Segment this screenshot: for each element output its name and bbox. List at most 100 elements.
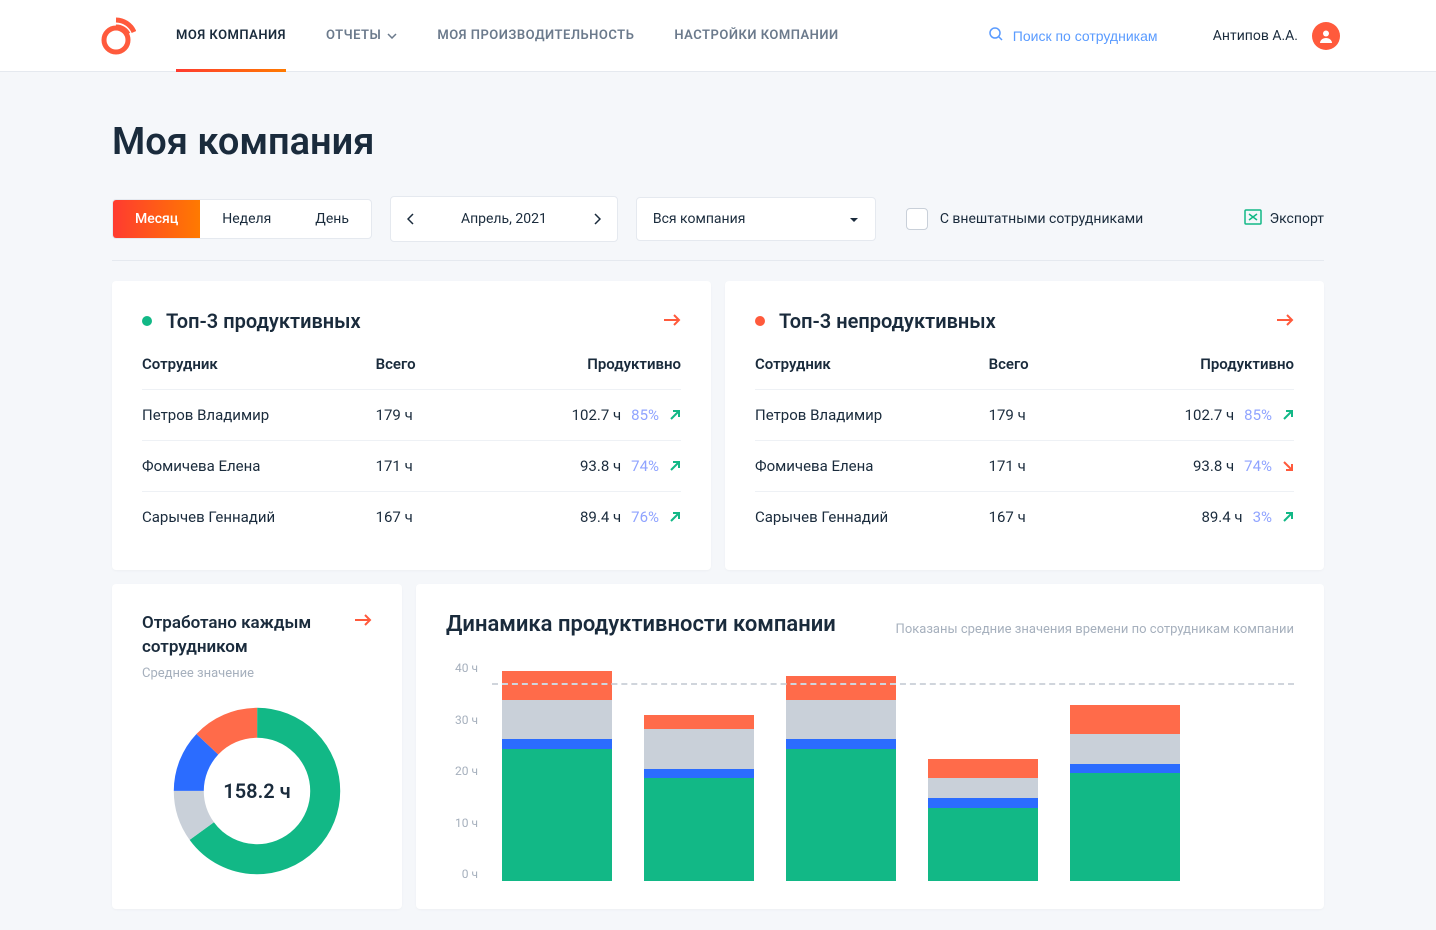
page-title: Моя компания (112, 120, 1324, 164)
top-unproductive-title: Топ-3 непродуктивных (779, 309, 996, 333)
card-top-productive: Топ-3 продуктивных Сотрудник Всего Проду… (112, 281, 711, 570)
seg-day[interactable]: День (293, 200, 371, 238)
cell-name: Фомичева Елена (755, 457, 989, 475)
search-input[interactable] (1013, 28, 1173, 44)
cell-total: 171 ч (376, 457, 502, 475)
date-prev-button[interactable] (391, 197, 431, 241)
nav-reports-label: ОТЧЕТЫ (326, 28, 381, 43)
search-icon (989, 26, 1003, 45)
bar-segment-grey (1070, 734, 1180, 763)
cell-name: Сарычев Геннадий (755, 508, 989, 526)
bar-segment-blue (928, 798, 1038, 808)
cell-prod: 89.4 ч3% (1114, 508, 1294, 526)
cell-total: 167 ч (989, 508, 1115, 526)
cell-total: 171 ч (989, 457, 1115, 475)
cell-name: Сарычев Геннадий (142, 508, 376, 526)
nav-reports[interactable]: ОТЧЕТЫ (326, 0, 397, 72)
y-tick: 40 ч (446, 661, 478, 675)
bottom-row: Отработано каждым сотрудником Среднее зн… (112, 584, 1324, 909)
cell-total: 167 ч (376, 508, 502, 526)
bar-segment-grey (502, 700, 612, 739)
chevron-down-icon (387, 28, 397, 43)
table-row[interactable]: Сарычев Геннадий 167 ч 89.4 ч3% (755, 491, 1294, 542)
freelance-checkbox-wrap[interactable]: С внештатными сотрудниками (906, 208, 1143, 230)
search-wrap (989, 26, 1173, 45)
top-unproductive-link[interactable] (1276, 312, 1294, 331)
top-productive-link[interactable] (663, 312, 681, 331)
table-row[interactable]: Сарычев Геннадий 167 ч 89.4 ч76% (142, 491, 681, 542)
table-head: Сотрудник Всего Продуктивно (755, 355, 1294, 389)
donut-center-value: 158.2 ч (167, 701, 347, 881)
cell-total: 179 ч (989, 406, 1115, 424)
freelance-label: С внештатными сотрудниками (940, 211, 1143, 227)
scope-dropdown[interactable]: Вся компания (636, 197, 876, 241)
card-top-unproductive: Топ-3 непродуктивных Сотрудник Всего Про… (725, 281, 1324, 570)
bar-segment-green (1070, 773, 1180, 881)
bar-segment-orange (644, 715, 754, 730)
worked-title: Отработано каждым сотрудником (142, 612, 354, 660)
nav-my-company[interactable]: МОЯ КОМПАНИЯ (176, 0, 286, 72)
y-tick: 30 ч (446, 713, 478, 727)
green-dot-icon (142, 316, 152, 326)
table-row[interactable]: Фомичева Елена 171 ч 93.8 ч74% (755, 440, 1294, 491)
top-productive-title: Топ-3 продуктивных (166, 309, 361, 333)
worked-link[interactable] (354, 612, 372, 660)
date-next-button[interactable] (577, 197, 617, 241)
cell-prod: 89.4 ч76% (501, 508, 681, 526)
card-worked: Отработано каждым сотрудником Среднее зн… (112, 584, 402, 909)
nav-my-productivity[interactable]: МОЯ ПРОИЗВОДИТЕЛЬНОСТЬ (437, 0, 634, 72)
bar-segment-green (502, 749, 612, 881)
seg-week[interactable]: Неделя (200, 200, 293, 238)
date-picker: Апрель, 2021 (390, 196, 618, 242)
bar-segment-blue (1070, 764, 1180, 774)
export-button[interactable]: Экспорт (1244, 208, 1324, 230)
date-label: Апрель, 2021 (431, 211, 577, 227)
user-wrap[interactable]: Антипов А.А. (1213, 22, 1340, 50)
y-tick: 20 ч (446, 764, 478, 778)
col-prod: Продуктивно (1114, 355, 1294, 373)
bar-segment-green (928, 808, 1038, 881)
table-row[interactable]: Петров Владимир 179 ч 102.7 ч85% (142, 389, 681, 440)
y-tick: 10 ч (446, 816, 478, 830)
bar (644, 715, 754, 881)
cell-total: 179 ч (376, 406, 502, 424)
main-container: Моя компания Месяц Неделя День Апрель, 2… (96, 72, 1340, 909)
bar (786, 676, 896, 881)
bar-segment-blue (644, 769, 754, 779)
card-dynamics: Динамика продуктивности компании Показан… (416, 584, 1324, 909)
user-name: Антипов А.А. (1213, 28, 1298, 44)
reference-line (492, 683, 1294, 685)
worked-sub: Среднее значение (142, 666, 372, 681)
nav-company-settings[interactable]: НАСТРОЙКИ КОМПАНИИ (674, 0, 838, 72)
y-tick: 0 ч (446, 867, 478, 881)
period-segment: Месяц Неделя День (112, 199, 372, 239)
col-total: Всего (376, 355, 502, 373)
bar-chart: 40 ч 30 ч 20 ч 10 ч 0 ч (446, 661, 1294, 881)
bar-segment-grey (786, 700, 896, 739)
bar-segment-grey (644, 729, 754, 768)
table-head: Сотрудник Всего Продуктивно (142, 355, 681, 389)
y-axis: 40 ч 30 ч 20 ч 10 ч 0 ч (446, 661, 492, 881)
cell-prod: 102.7 ч85% (1114, 406, 1294, 424)
bar-segment-orange (928, 759, 1038, 779)
bars-wrap (492, 661, 1294, 881)
bar-segment-orange (502, 671, 612, 700)
export-label: Экспорт (1270, 211, 1324, 227)
cell-name: Петров Владимир (755, 406, 989, 424)
bar-segment-orange (786, 676, 896, 700)
filter-row: Месяц Неделя День Апрель, 2021 Вся компа… (112, 196, 1324, 261)
col-prod: Продуктивно (501, 355, 681, 373)
bar (1070, 705, 1180, 881)
freelance-checkbox[interactable] (906, 208, 928, 230)
table-row[interactable]: Петров Владимир 179 ч 102.7 ч85% (755, 389, 1294, 440)
col-name: Сотрудник (755, 355, 989, 373)
avatar (1312, 22, 1340, 50)
cell-prod: 93.8 ч74% (1114, 457, 1294, 475)
bar-segment-blue (502, 739, 612, 749)
seg-month[interactable]: Месяц (113, 200, 200, 238)
dynamics-title: Динамика продуктивности компании (446, 612, 836, 637)
table-row[interactable]: Фомичева Елена 171 ч 93.8 ч74% (142, 440, 681, 491)
bar (928, 759, 1038, 881)
bar-segment-orange (1070, 705, 1180, 734)
bar-segment-grey (928, 778, 1038, 798)
